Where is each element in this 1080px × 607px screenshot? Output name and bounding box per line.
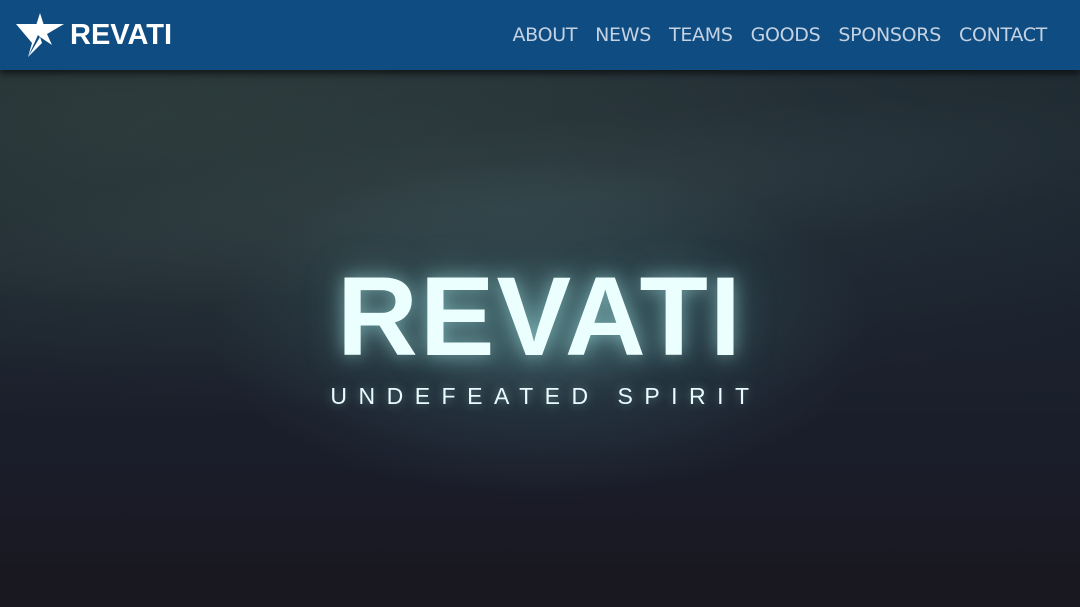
nav-sponsors[interactable]: SPONSORS: [838, 24, 941, 46]
nav-goods[interactable]: GOODS: [751, 24, 821, 46]
nav-about[interactable]: ABOUT: [512, 24, 577, 46]
brand-logo[interactable]: REVATI: [16, 13, 172, 57]
site-header: REVATI ABOUT NEWS TEAMS GOODS SPONSORS C…: [0, 0, 1080, 70]
main-nav: ABOUT NEWS TEAMS GOODS SPONSORS CONTACT: [494, 0, 1047, 70]
brand-name: REVATI: [70, 19, 173, 51]
nav-news[interactable]: NEWS: [595, 24, 651, 46]
nav-contact[interactable]: CONTACT: [959, 24, 1047, 46]
nav-teams[interactable]: TEAMS: [669, 24, 733, 46]
hero-title: REVATI: [336, 254, 744, 379]
hero-subtitle: UNDEFEATED SPIRIT: [330, 383, 761, 409]
star-icon: [16, 13, 64, 57]
